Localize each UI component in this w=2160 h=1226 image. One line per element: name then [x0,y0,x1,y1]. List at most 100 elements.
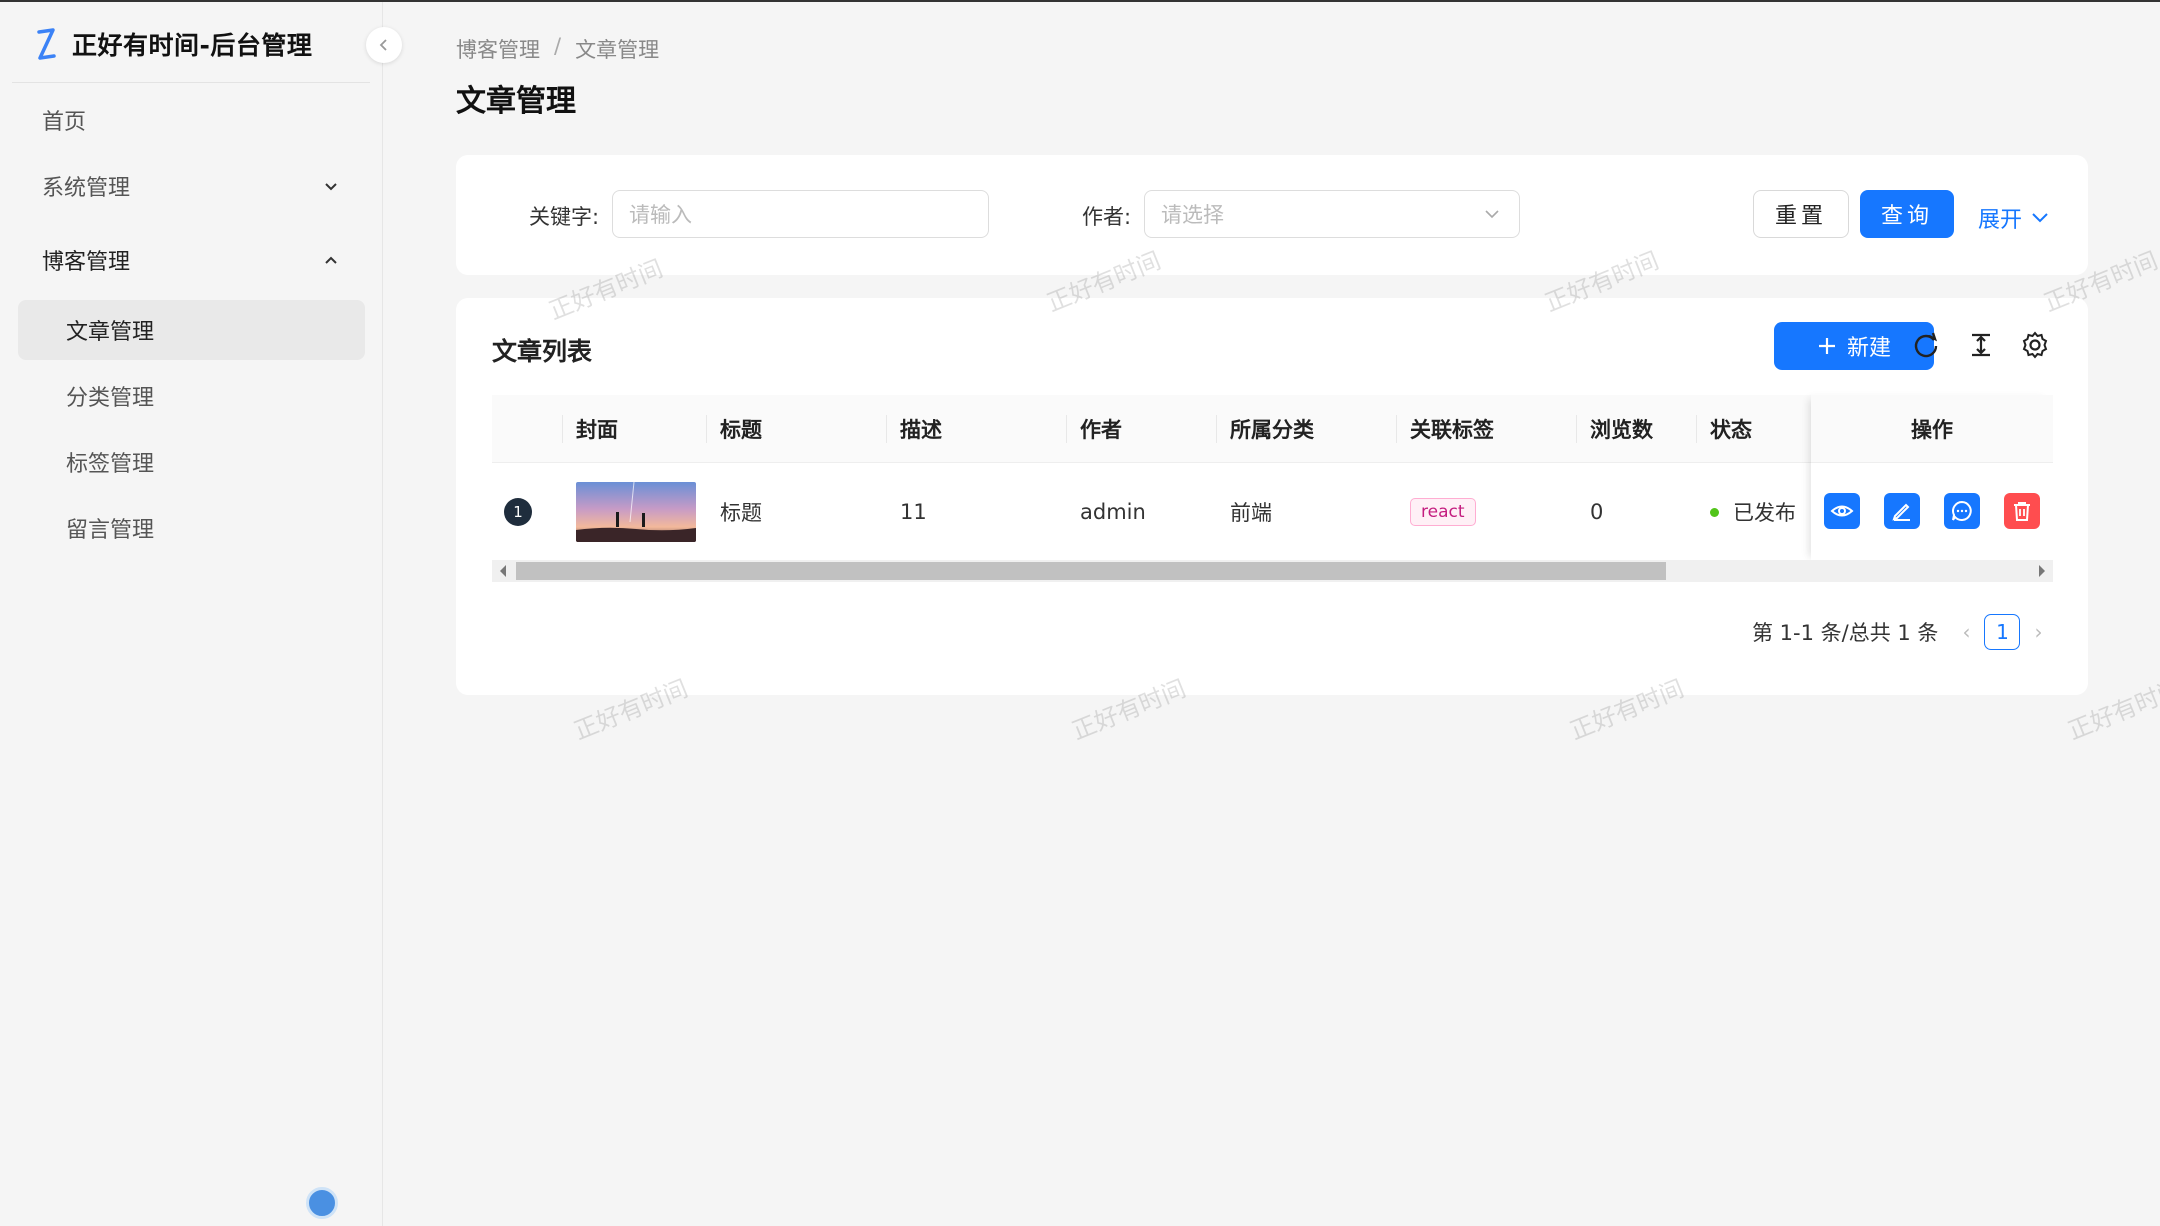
row-status: 已发布 [1710,463,1796,561]
pagination: 第 1-1 条/总共 1 条 ‹ 1 › [1752,614,2056,650]
keyword-label: 关键字: [529,205,600,229]
row-actions [1811,463,2053,561]
sidebar: 正好有时间-后台管理 首页 系统管理 博客管理 文章管理 分类管理 标签管理 留… [0,2,383,1226]
delete-icon [2014,502,2030,521]
row-title: 标题 [720,501,762,525]
new-article-button[interactable]: 新建 [1774,322,1934,370]
sidebar-item-blog[interactable]: 博客管理 [18,230,365,290]
keyword-input[interactable]: 请输入 [612,190,989,238]
brand[interactable]: 正好有时间-后台管理 [34,24,312,64]
actions-column: 操作 [1811,395,2053,561]
scroll-right-icon[interactable] [2039,565,2045,577]
expand-toggle[interactable]: 展开 [1978,202,2050,234]
logo-icon [37,28,56,60]
horizontal-scrollbar[interactable] [492,560,2053,582]
column-actions: 操作 [1811,395,2053,463]
plus-icon [1818,338,1835,354]
comment-button[interactable] [1944,493,1980,529]
row-views: 0 [1590,500,1604,524]
column-divider [886,415,887,443]
reload-icon[interactable] [1911,330,1941,360]
chevron-down-icon [325,183,337,191]
query-button[interactable]: 查询 [1860,190,1954,238]
column-views: 浏览数 [1590,418,1653,442]
author-label: 作者: [1082,205,1132,229]
row-desc: 11 [900,500,927,524]
article-list-panel: 文章列表 新建 封面 标题 描述 作者 所属分类 关联标签 浏览数 状态 1 标… [456,298,2088,695]
index-badge: 1 [504,498,532,526]
column-desc: 描述 [900,418,942,442]
app-title: 正好有时间-后台管理 [72,31,313,60]
prev-page-icon[interactable]: ‹ [1962,620,1970,644]
collapse-icon [379,39,387,51]
row-index: 1 [504,463,532,561]
list-title: 文章列表 [492,337,593,366]
chevron-up-icon [325,256,337,264]
filter-panel: 关键字: 请输入 作者: 请选择 重置 查询 展开 [456,155,2088,275]
sidebar-item-home[interactable]: 首页 [18,90,365,150]
column-tags: 关联标签 [1410,418,1494,442]
page-number[interactable]: 1 [1984,614,2021,650]
scroll-left-icon[interactable] [500,565,506,577]
sidebar-item-label: 系统管理 [42,176,131,201]
expand-label: 展开 [1978,208,2023,233]
column-divider [562,415,563,443]
sidebar-item-tags[interactable]: 标签管理 [18,432,365,492]
comment-icon [1952,500,1972,521]
sidebar-item-categories[interactable]: 分类管理 [18,366,365,426]
eye-icon [1830,505,1854,517]
pagination-summary: 第 1-1 条/总共 1 条 [1752,621,1939,645]
row-category: 前端 [1230,501,1272,525]
row-cover[interactable] [576,463,696,561]
sidebar-item-label: 首页 [42,110,87,135]
view-button[interactable] [1824,493,1860,529]
column-divider [706,415,707,443]
status-text: 已发布 [1733,501,1796,525]
breadcrumb: 博客管理 / 文章管理 [456,34,659,64]
delete-button[interactable] [2004,493,2040,529]
next-page-icon[interactable]: › [2034,620,2042,644]
row-tags: react [1410,463,1476,561]
density-icon[interactable] [1966,330,1996,360]
author-select[interactable]: 请选择 [1144,190,1520,238]
sidebar-item-label: 标签管理 [66,452,155,477]
column-status: 状态 [1710,418,1752,442]
sidebar-item-messages[interactable]: 留言管理 [18,498,365,558]
sidebar-item-articles[interactable]: 文章管理 [18,300,365,360]
column-divider [1216,415,1217,443]
sidebar-item-label: 分类管理 [66,386,155,411]
settings-icon[interactable] [2020,330,2050,360]
column-divider [1696,415,1697,443]
edit-icon [1892,503,1910,521]
column-divider [1066,415,1067,443]
chevron-down-icon [2032,213,2048,223]
avatar[interactable] [306,1187,338,1219]
breadcrumb-item-articles: 文章管理 [575,38,660,62]
sidebar-item-label: 留言管理 [66,518,155,543]
column-divider [1576,415,1577,443]
sidebar-item-label: 文章管理 [66,320,155,345]
scrollbar-thumb[interactable] [516,562,1666,580]
sidebar-item-system[interactable]: 系统管理 [18,156,365,216]
keyword-placeholder: 请输入 [629,203,692,227]
collapse-sidebar-button[interactable] [366,27,402,63]
breadcrumb-separator: / [554,34,562,58]
column-cover: 封面 [576,418,618,442]
edit-button[interactable] [1884,493,1920,529]
tag-badge: react [1410,498,1476,526]
author-placeholder: 请选择 [1161,203,1224,227]
breadcrumb-item-blog[interactable]: 博客管理 [456,34,540,64]
divider [12,82,370,83]
column-divider [1396,415,1397,443]
new-label: 新建 [1846,336,1891,361]
column-title: 标题 [720,418,762,442]
reset-button[interactable]: 重置 [1753,190,1849,238]
page-title: 文章管理 [456,84,576,119]
status-dot [1710,507,1719,517]
cover-image[interactable] [576,482,696,542]
column-author: 作者 [1080,418,1122,442]
chevron-down-icon [1485,210,1499,219]
row-author: admin [1080,500,1146,524]
column-category: 所属分类 [1230,418,1314,442]
sidebar-item-label: 博客管理 [42,250,131,275]
